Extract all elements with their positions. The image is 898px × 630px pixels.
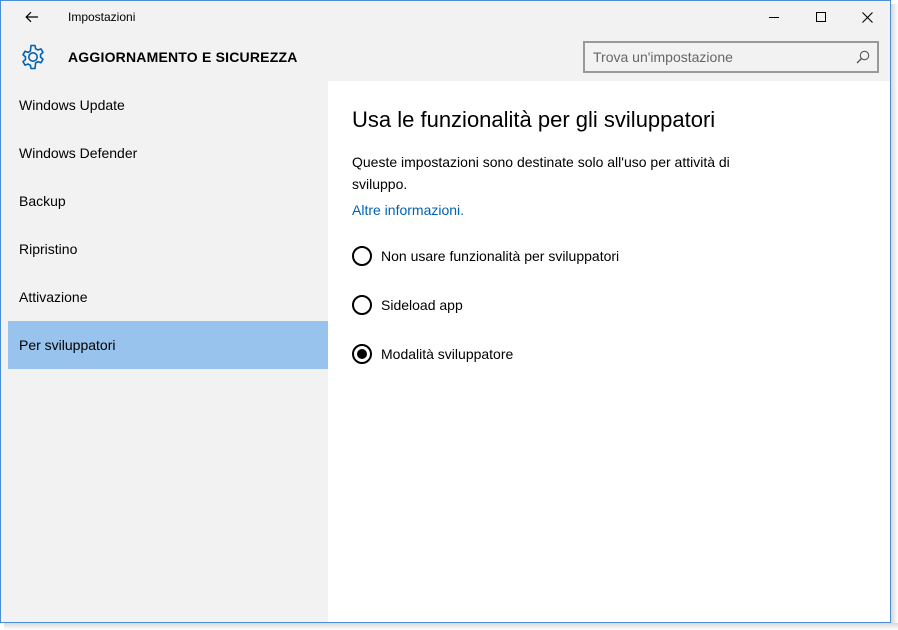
radio-option-no-dev-features[interactable]: Non usare funzionalità per sviluppatori bbox=[352, 244, 619, 268]
back-arrow-icon bbox=[25, 11, 38, 23]
search-input[interactable] bbox=[593, 48, 843, 66]
sidebar-item-label: Per sviluppatori bbox=[19, 337, 116, 353]
settings-window: Impostazioni AGGIORNAMENTO E SICUREZZA T… bbox=[0, 0, 891, 623]
sidebar-item-windows-update[interactable]: Windows Update bbox=[1, 81, 328, 129]
sidebar-item-label: Windows Defender bbox=[19, 145, 138, 161]
page-title: Usa le funzionalità per gli sviluppatori bbox=[352, 107, 716, 132]
search-icon[interactable] bbox=[855, 49, 871, 65]
back-button[interactable] bbox=[15, 1, 49, 33]
page-header: AGGIORNAMENTO E SICUREZZA bbox=[1, 33, 890, 81]
radio-selected-dot bbox=[357, 349, 367, 359]
minimize-icon bbox=[769, 17, 779, 18]
description-text: Queste impostazioni sono destinate solo … bbox=[352, 154, 730, 192]
maximize-button[interactable] bbox=[798, 1, 844, 33]
radio-label: Modalità sviluppatore bbox=[381, 346, 514, 362]
radio-option-developer-mode[interactable]: Modalità sviluppatore bbox=[352, 342, 513, 366]
sidebar-item-attivazione[interactable]: Attivazione bbox=[1, 273, 328, 321]
content-pane: Usa le funzionalità per gli sviluppatori… bbox=[328, 81, 890, 622]
sidebar-item-label: Attivazione bbox=[19, 289, 88, 305]
sidebar-item-backup[interactable]: Backup bbox=[1, 177, 328, 225]
sidebar-nav: Windows Update Windows Defender Backup R… bbox=[1, 81, 328, 622]
more-info-link[interactable]: Altre informazioni. bbox=[352, 202, 464, 218]
window-shadow-bottom bbox=[4, 623, 898, 630]
window-shadow-right bbox=[891, 4, 898, 630]
sidebar-item-label: Backup bbox=[19, 193, 66, 209]
gear-icon bbox=[22, 44, 44, 70]
title-bar[interactable]: Impostazioni bbox=[1, 1, 890, 33]
radio-label: Sideload app bbox=[381, 297, 463, 313]
window-title: Impostazioni bbox=[68, 10, 136, 24]
sidebar-item-label: Ripristino bbox=[19, 241, 78, 257]
radio-button[interactable] bbox=[352, 344, 372, 364]
radio-option-sideload-apps[interactable]: Sideload app bbox=[352, 293, 463, 317]
sidebar-item-ripristino[interactable]: Ripristino bbox=[1, 225, 328, 273]
close-button[interactable] bbox=[844, 1, 890, 33]
search-box[interactable] bbox=[583, 41, 879, 73]
radio-label: Non usare funzionalità per sviluppatori bbox=[381, 248, 620, 264]
maximize-icon bbox=[816, 12, 826, 22]
sidebar-item-label: Windows Update bbox=[19, 97, 125, 113]
section-title: AGGIORNAMENTO E SICUREZZA bbox=[68, 49, 298, 65]
sidebar-item-windows-defender[interactable]: Windows Defender bbox=[1, 129, 328, 177]
close-icon bbox=[861, 11, 873, 23]
radio-button[interactable] bbox=[352, 295, 372, 315]
minimize-button[interactable] bbox=[751, 1, 797, 33]
sidebar-item-per-sviluppatori[interactable]: Per sviluppatori bbox=[8, 321, 328, 369]
radio-button[interactable] bbox=[352, 246, 372, 266]
